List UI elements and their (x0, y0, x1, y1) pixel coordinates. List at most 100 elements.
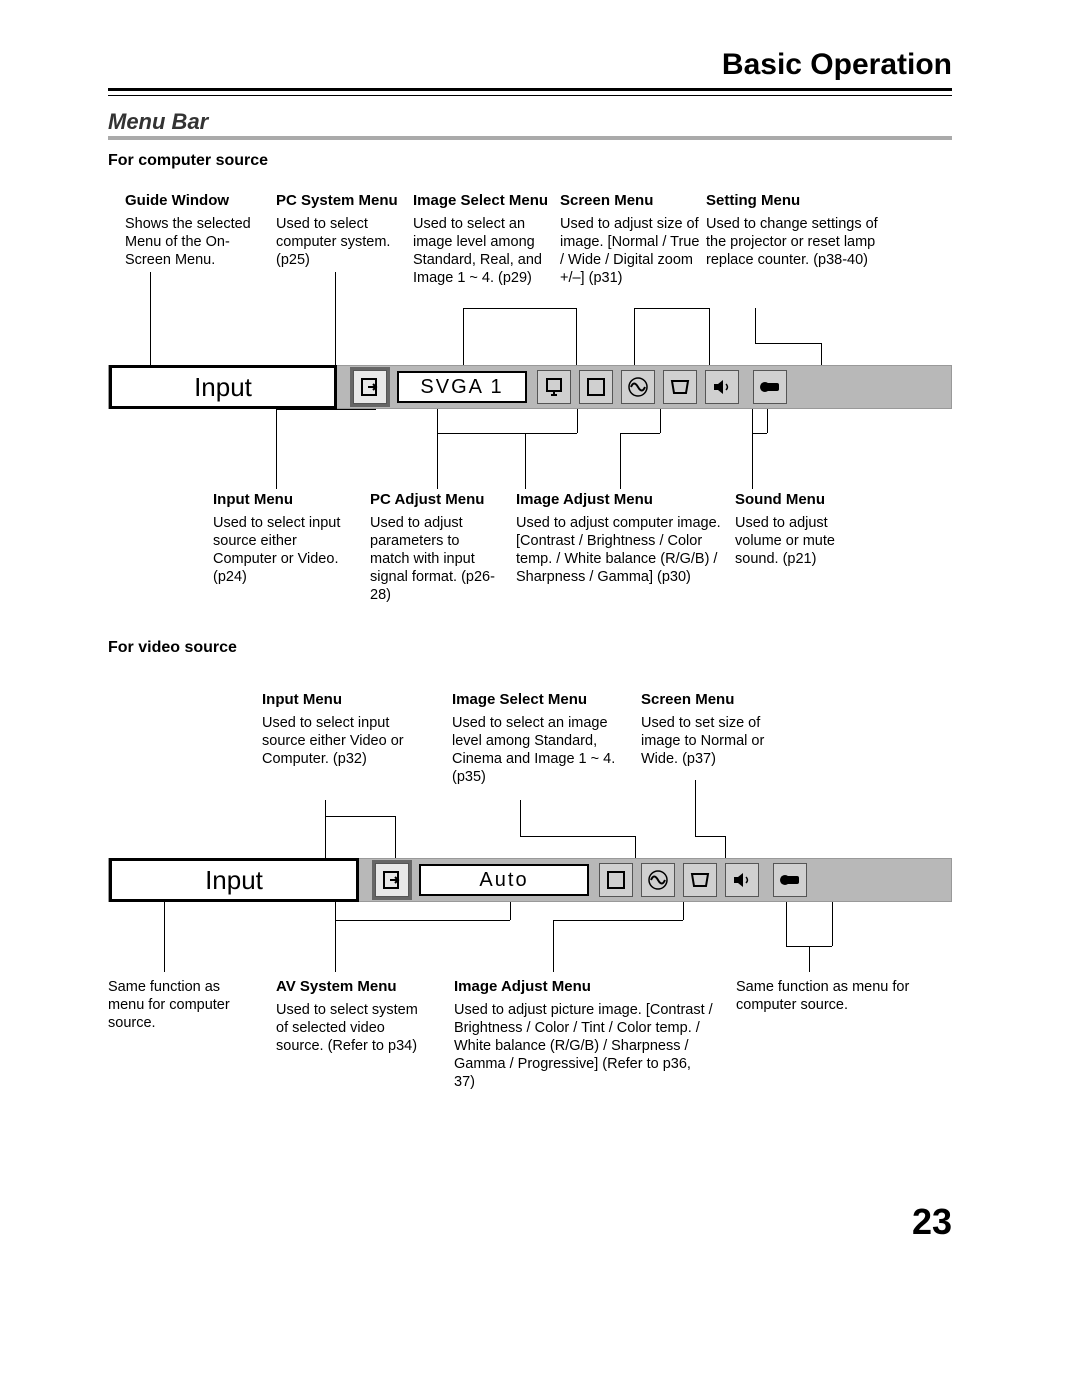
callout-input-menu-2: Input Menu Used to select input source e… (262, 691, 407, 768)
connector (437, 433, 577, 434)
connector (683, 902, 684, 920)
image-select-icon (579, 370, 613, 404)
screen-icon (663, 370, 697, 404)
desc: Used to select an image level among Stan… (452, 715, 615, 785)
connector (725, 836, 726, 858)
connector (164, 902, 165, 972)
desc: Shows the selected Menu of the On-Screen… (125, 216, 251, 268)
title: Input Menu (262, 691, 407, 710)
guide-window-box: Input (109, 365, 337, 409)
callout-pc-adjust: PC Adjust Menu Used to adjust parameters… (370, 491, 500, 604)
desc: Used to adjust computer image. [Contrast… (516, 515, 721, 585)
connector (809, 946, 810, 972)
title: PC Adjust Menu (370, 491, 500, 510)
callout-screen-2: Screen Menu Used to set size of image to… (641, 691, 781, 768)
connector (752, 409, 753, 489)
title: AV System Menu (276, 978, 431, 997)
callout-image-select-2: Image Select Menu Used to select an imag… (452, 691, 622, 786)
input-icon (353, 370, 387, 404)
callout-input-menu: Input Menu Used to select input source e… (213, 491, 343, 586)
title: PC System Menu (276, 192, 406, 211)
callout-sound: Sound Menu Used to adjust volume or mute… (735, 491, 865, 568)
subhead-video: For video source (108, 639, 237, 657)
connector (635, 836, 636, 858)
desc: Used to select an image level among Stan… (413, 216, 542, 286)
setting-icon (773, 863, 807, 897)
connector (620, 433, 621, 489)
connector (437, 409, 438, 489)
image-adjust-icon (621, 370, 655, 404)
connector (821, 343, 822, 365)
callout-av-system: AV System Menu Used to select system of … (276, 978, 431, 1055)
connector (577, 409, 578, 433)
connector (634, 308, 709, 309)
callout-screen: Screen Menu Used to adjust size of image… (560, 192, 700, 287)
title: Input Menu (213, 491, 343, 510)
connector (463, 308, 576, 309)
connector (709, 308, 710, 365)
desc: Used to adjust parameters to match with … (370, 515, 495, 604)
section-rule (108, 136, 952, 140)
desc: Same function as menu for computer sourc… (736, 979, 909, 1013)
sound-icon (705, 370, 739, 404)
connector (755, 308, 756, 343)
input-icon (375, 863, 409, 897)
connector (335, 902, 336, 972)
connector (786, 902, 787, 946)
rule-thin (108, 95, 952, 96)
connector (660, 409, 661, 433)
title: Image Adjust Menu (516, 491, 731, 510)
connector (767, 409, 768, 433)
desc: Used to adjust volume or mute sound. (p2… (735, 515, 835, 567)
connector (620, 433, 660, 434)
connector (553, 920, 683, 921)
setting-icon (753, 370, 787, 404)
desc: Used to change settings of the projector… (706, 216, 878, 268)
title: Guide Window (125, 192, 270, 211)
connector (752, 433, 767, 434)
mode-box: SVGA 1 (397, 371, 527, 403)
desc: Used to select computer system. (p25) (276, 216, 390, 268)
connector (325, 800, 326, 858)
title: Image Adjust Menu (454, 978, 714, 997)
callout-same-right: Same function as menu for computer sourc… (736, 978, 916, 1014)
connector (525, 433, 526, 489)
title: Setting Menu (706, 192, 894, 211)
title: Image Select Menu (452, 691, 622, 710)
pc-adjust-icon (537, 370, 571, 404)
title: Sound Menu (735, 491, 865, 510)
callout-image-adjust-2: Image Adjust Menu Used to adjust picture… (454, 978, 714, 1091)
callout-same-left: Same function as menu for computer sourc… (108, 978, 258, 1032)
connector (395, 816, 396, 858)
screen-icon (683, 863, 717, 897)
connector (276, 409, 376, 410)
desc: Used to select input source either Video… (262, 715, 404, 767)
callout-pc-system: PC System Menu Used to select computer s… (276, 192, 406, 269)
connector (510, 902, 511, 920)
desc: Used to set size of image to Normal or W… (641, 715, 764, 767)
callout-guide-window: Guide Window Shows the selected Menu of … (125, 192, 270, 269)
connector (832, 902, 833, 946)
connector (463, 308, 464, 365)
connector (520, 800, 521, 836)
image-select-icon (599, 863, 633, 897)
connector (325, 816, 395, 817)
connector (695, 836, 725, 837)
desc: Same function as menu for computer sourc… (108, 979, 230, 1031)
desc: Used to select system of selected video … (276, 1002, 418, 1054)
connector (276, 409, 277, 489)
connector (335, 272, 336, 365)
connector (553, 920, 554, 972)
rule-thick (108, 88, 952, 91)
sound-icon (725, 863, 759, 897)
guide-window-box: Input (109, 858, 359, 902)
title: Screen Menu (560, 192, 700, 211)
connector (335, 920, 510, 921)
callout-setting: Setting Menu Used to change settings of … (706, 192, 894, 269)
connector (576, 308, 577, 365)
connector (755, 343, 821, 344)
connector (520, 836, 635, 837)
desc: Used to adjust picture image. [Contrast … (454, 1002, 713, 1091)
section-title: Menu Bar (108, 109, 208, 135)
image-adjust-icon (641, 863, 675, 897)
